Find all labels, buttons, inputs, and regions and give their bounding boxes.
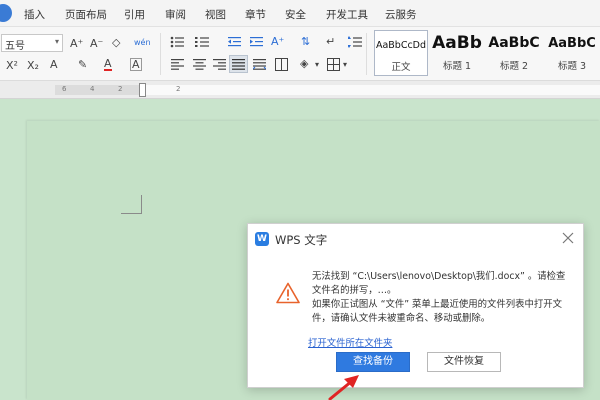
font-size-value: 五号 (5, 41, 25, 52)
bullet-list-icon[interactable] (170, 36, 184, 48)
wps-logo-icon: W (255, 232, 269, 246)
style-heading-3[interactable]: AaBbC 标题 3 (544, 30, 600, 76)
clear-format-icon[interactable]: ◇ (112, 37, 120, 48)
justify-icon[interactable] (232, 59, 245, 70)
file-recovery-button[interactable]: 文件恢复 (427, 352, 501, 372)
align-right-icon[interactable] (213, 59, 226, 70)
horizontal-ruler: 6 4 2 2 (0, 81, 600, 99)
style-sample: AaBbC (548, 36, 596, 51)
menu-cloud-services[interactable]: 云服务 (385, 7, 417, 22)
message-line: 文件名的拼写，…。 (312, 285, 397, 296)
menu-references[interactable]: 引用 (124, 7, 145, 22)
ruler-text-area (145, 85, 600, 95)
style-heading-1[interactable]: AaBb 标题 1 (430, 30, 484, 76)
ribbon-divider (160, 33, 161, 75)
style-heading-2[interactable]: AaBbC 标题 2 (486, 30, 542, 76)
menu-insert[interactable]: 插入 (24, 7, 45, 22)
style-name: 标题 1 (442, 61, 472, 72)
start-menu-button[interactable] (0, 4, 12, 22)
message-line: 如果你正试图从 “文件” 菜单上最近使用的文件列表中打开文 (312, 299, 563, 310)
style-normal[interactable]: AaBbCcDd 正文 (374, 30, 428, 76)
decrease-indent-icon[interactable] (228, 36, 241, 48)
chevron-down-icon: ▾ (54, 37, 59, 46)
margin-corner-mark (121, 213, 142, 214)
distributed-align-icon[interactable] (253, 59, 266, 70)
style-name: 标题 3 (557, 61, 587, 72)
style-sample: AaBbCcDd (375, 40, 427, 51)
style-name: 正文 (391, 62, 411, 73)
annotation-arrow-icon (328, 375, 359, 400)
ruler-margin (55, 85, 145, 95)
ruler-label: 2 (176, 85, 181, 93)
column-layout-icon[interactable] (275, 58, 288, 71)
error-dialog: W WPS 文字 无法找到 “C:\Users\lenovo\Desktop\我… (247, 223, 584, 388)
font-color-icon[interactable]: A (104, 58, 112, 71)
subscript-icon[interactable]: X₂ (27, 60, 39, 71)
superscript-icon[interactable]: X² (6, 60, 18, 71)
find-backup-button[interactable]: 查找备份 (336, 352, 410, 372)
ruler-label: 4 (90, 85, 95, 93)
open-folder-link[interactable]: 打开文件所在文件夹 (308, 335, 392, 349)
show-marks-icon[interactable]: ↵ (326, 36, 335, 47)
increase-indent-icon[interactable] (250, 36, 263, 48)
chevron-down-icon[interactable]: ▾ (343, 61, 347, 69)
ruler-label: 2 (118, 85, 123, 93)
sort-icon[interactable]: ⇅ (301, 36, 310, 47)
style-sample: AaBb (432, 33, 482, 53)
indent-marker[interactable] (139, 83, 146, 97)
align-center-icon[interactable] (193, 59, 206, 70)
menu-chapter[interactable]: 章节 (245, 7, 266, 22)
menu-security[interactable]: 安全 (285, 7, 306, 22)
character-border-icon[interactable]: A (130, 58, 142, 71)
chevron-down-icon[interactable]: ▾ (315, 61, 319, 69)
shading-icon[interactable]: ◈ (300, 58, 308, 69)
align-left-icon[interactable] (171, 59, 184, 70)
ruler-label: 6 (62, 85, 67, 93)
ribbon-divider (366, 33, 367, 75)
dialog-message: 无法找到 “C:\Users\lenovo\Desktop\我们.docx” 。… (312, 270, 574, 326)
phonetic-guide-icon[interactable]: wén (134, 39, 151, 47)
grow-font-icon[interactable]: A⁺ (70, 38, 83, 49)
borders-icon[interactable] (327, 58, 340, 71)
menu-review[interactable]: 审阅 (165, 7, 186, 22)
highlight-icon[interactable]: ✎ (78, 59, 87, 70)
message-line: 件，请确认文件未被重命名、移动或删除。 (312, 313, 491, 324)
ribbon-toolbar: 五号 ▾ A⁺ A⁻ ◇ wén X² X₂ A ✎ A A A⁺ ⇅ ↵ ◈ … (0, 27, 600, 81)
font-size-select[interactable]: 五号 ▾ (1, 34, 63, 52)
style-gallery: AaBbCcDd 正文 AaBb 标题 1 AaBbC 标题 2 AaBbC 标… (374, 30, 600, 76)
warning-icon (276, 282, 300, 304)
shrink-font-icon[interactable]: A⁻ (90, 38, 103, 49)
menu-bar: 插入 页面布局 引用 审阅 视图 章节 安全 开发工具 云服务 (0, 0, 600, 27)
style-sample: AaBbC (488, 35, 540, 51)
text-direction-icon[interactable]: A⁺ (271, 36, 284, 47)
numbered-list-icon[interactable] (195, 36, 209, 48)
text-effect-icon[interactable]: A (50, 59, 58, 70)
message-line: 无法找到 “C:\Users\lenovo\Desktop\我们.docx” 。… (312, 271, 566, 282)
menu-page-layout[interactable]: 页面布局 (65, 7, 107, 22)
margin-corner-mark (141, 195, 142, 213)
menu-developer-tools[interactable]: 开发工具 (326, 7, 368, 22)
style-name: 标题 2 (499, 61, 529, 72)
close-icon[interactable] (560, 230, 576, 246)
line-spacing-icon[interactable] (348, 36, 362, 48)
menu-view[interactable]: 视图 (205, 7, 226, 22)
dialog-title: WPS 文字 (275, 233, 328, 247)
